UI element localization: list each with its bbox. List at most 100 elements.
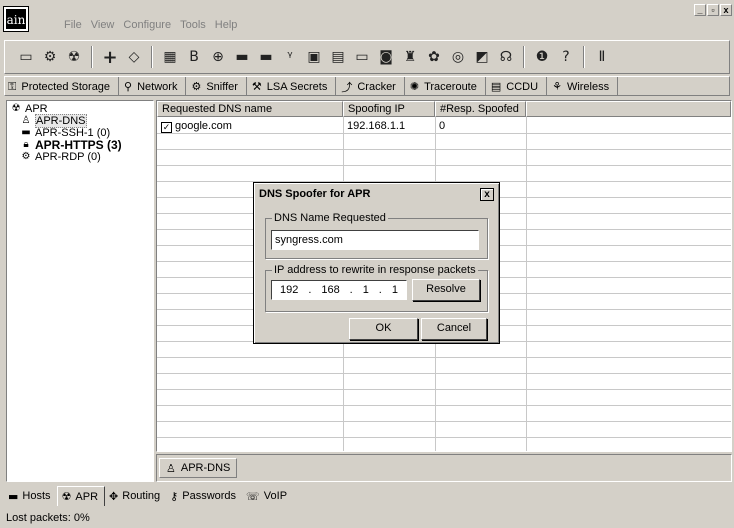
apr-icon: ☢ xyxy=(61,490,72,503)
ip-address-group-label: IP address to rewrite in response packet… xyxy=(272,264,478,276)
toolbar-separator xyxy=(91,46,93,68)
lsa-icon: ⚒ xyxy=(251,80,262,93)
ip-dot: . xyxy=(378,284,382,296)
resolve-button[interactable]: Resolve xyxy=(412,279,480,301)
tab-lsa-secrets[interactable]: ⚒ LSA Secrets xyxy=(249,77,337,96)
route-icon[interactable]: ◎ xyxy=(447,46,469,68)
row-divider xyxy=(157,357,731,358)
column-header-dns-name[interactable]: Requested DNS name xyxy=(157,101,343,117)
resp-spoofed-cell: 0 xyxy=(439,120,446,132)
base64-icon[interactable]: B xyxy=(183,46,205,68)
row-divider xyxy=(157,133,731,134)
cracker-icon: ⤴ xyxy=(341,80,353,94)
module-tabs: ▬ Hosts ☢ APR ✥ Routing ⚷ Passwords ☏ VoIP xyxy=(4,486,294,506)
tab-passwords[interactable]: ⚷ Passwords xyxy=(166,486,243,506)
toolbar-separator xyxy=(523,46,525,68)
tab-ccdu[interactable]: ▤ CCDU xyxy=(488,77,548,96)
sniffer-icon: ⚙ xyxy=(191,80,202,93)
speaker-icon[interactable]: ☊ xyxy=(495,46,517,68)
apr-icon: ☢ xyxy=(11,103,21,114)
ip-octet-1: 192 xyxy=(279,284,299,296)
tree-item-apr-dns[interactable]: ♙ APR-DNS xyxy=(10,114,150,128)
tab-hosts[interactable]: ▬ Hosts xyxy=(4,486,57,506)
column-header-spoofing-ip[interactable]: Spoofing IP xyxy=(343,101,435,117)
cancel-button[interactable]: Cancel xyxy=(421,318,487,340)
rdp-icon: ⚙ xyxy=(21,151,31,162)
row-divider xyxy=(157,389,731,390)
ip-dot: . xyxy=(349,284,353,296)
config-icon[interactable]: ▦ xyxy=(159,46,181,68)
lsa-icon[interactable]: ▬ xyxy=(231,46,253,68)
spoofing-ip-cell: 192.168.1.1 xyxy=(347,120,406,132)
tab-protected-storage[interactable]: ⚿ Protected Storage xyxy=(5,77,120,96)
title-bar: ain File View Configure Tools Help _ ▫ x xyxy=(0,0,734,40)
row-divider xyxy=(157,437,731,438)
tab-cracker[interactable]: ⤴ Cracker xyxy=(338,77,405,96)
menu-bar: File View Configure Tools Help xyxy=(64,19,237,31)
row-checkbox[interactable]: ✓ xyxy=(161,122,172,133)
menu-help[interactable]: Help xyxy=(215,19,238,31)
subtab-apr-dns[interactable]: ♙ APR-DNS xyxy=(159,458,238,478)
wireless-icon: ⚘ xyxy=(552,80,562,93)
window-controls: _ ▫ x xyxy=(694,4,732,16)
dialog-title: DNS Spoofer for APR xyxy=(259,188,371,200)
restore-button[interactable]: ▫ xyxy=(707,4,719,16)
column-divider xyxy=(526,117,527,451)
dict-icon[interactable]: ✿ xyxy=(423,46,445,68)
help-icon[interactable]: ? xyxy=(555,46,577,68)
dns-name-group-label: DNS Name Requested xyxy=(272,212,388,224)
ip-octet-4: 1 xyxy=(391,284,398,296)
voip-icon: ☏ xyxy=(246,489,260,503)
rsa-icon[interactable]: ▣ xyxy=(303,46,325,68)
column-header-resp-spoofed[interactable]: #Resp. Spoofed xyxy=(435,101,526,117)
open-icon[interactable]: ▭ xyxy=(15,46,37,68)
tab-voip[interactable]: ☏ VoIP xyxy=(242,486,294,506)
ok-button[interactable]: OK xyxy=(349,318,418,340)
ip-octet-2: 168 xyxy=(321,284,340,296)
menu-configure[interactable]: Configure xyxy=(123,19,171,31)
minimize-button[interactable]: _ xyxy=(694,4,706,16)
dump-icon[interactable]: ⊕ xyxy=(207,46,229,68)
add-icon[interactable]: + xyxy=(99,46,121,68)
tab-traceroute[interactable]: ✺ Traceroute xyxy=(407,77,486,96)
voip-icon[interactable]: ◩ xyxy=(471,46,493,68)
row-divider xyxy=(157,373,731,374)
menu-view[interactable]: View xyxy=(91,19,115,31)
pwd-icon[interactable]: ᵞ xyxy=(279,46,301,68)
dialog-close-button[interactable]: x xyxy=(480,187,494,201)
table-header: Requested DNS name Spoofing IP #Resp. Sp… xyxy=(157,101,731,117)
toolbar-separator xyxy=(583,46,585,68)
hosts-icon: ▬ xyxy=(8,489,19,503)
table-row[interactable]: ✓ google.com 192.168.1.1 0 xyxy=(157,119,526,133)
row-divider xyxy=(157,405,731,406)
tab-wireless[interactable]: ⚘ Wireless xyxy=(549,77,619,96)
close-button[interactable]: x xyxy=(720,4,732,16)
dns-spoofer-dialog: DNS Spoofer for APR x DNS Name Requested… xyxy=(253,182,500,344)
tree-item-apr-https[interactable]: 🔒︎ APR-HTTPS (3) xyxy=(10,139,150,151)
menu-tools[interactable]: Tools xyxy=(180,19,206,31)
exit-icon[interactable]: Ⅱ xyxy=(591,46,613,68)
hash-icon[interactable]: ◇ xyxy=(123,46,145,68)
keyboard-icon[interactable]: ▭ xyxy=(351,46,373,68)
status-bar: Lost packets: 0% xyxy=(6,512,90,524)
apr-icon[interactable]: ☢ xyxy=(63,46,85,68)
toolbar-separator xyxy=(151,46,153,68)
tab-sniffer[interactable]: ⚙ Sniffer xyxy=(188,77,247,96)
network-icon: ⚲ xyxy=(124,80,133,93)
tab-network[interactable]: ⚲ Network xyxy=(121,77,187,96)
tab-apr[interactable]: ☢ APR xyxy=(56,486,106,506)
cd-icon[interactable]: ◙ xyxy=(375,46,397,68)
menu-file[interactable]: File xyxy=(64,19,82,31)
sniffer-icon[interactable]: ⚙ xyxy=(39,46,61,68)
passwords-icon: ⚷ xyxy=(170,489,179,503)
dns-name-input[interactable]: syngress.com xyxy=(271,230,479,250)
vnc-icon[interactable]: ♜ xyxy=(399,46,421,68)
dns-icon: ♙ xyxy=(166,461,176,475)
ip-address-input[interactable]: 192. 168. 1. 1 xyxy=(271,280,407,300)
tree-item-apr-rdp[interactable]: ⚙ APR-RDP (0) xyxy=(10,151,150,163)
tab-routing[interactable]: ✥ Routing xyxy=(105,486,167,506)
column-header-filler xyxy=(526,101,731,117)
about-icon[interactable]: ❶ xyxy=(531,46,553,68)
wireless-icon[interactable]: ▬ xyxy=(255,46,277,68)
ntlm-icon[interactable]: ▤ xyxy=(327,46,349,68)
